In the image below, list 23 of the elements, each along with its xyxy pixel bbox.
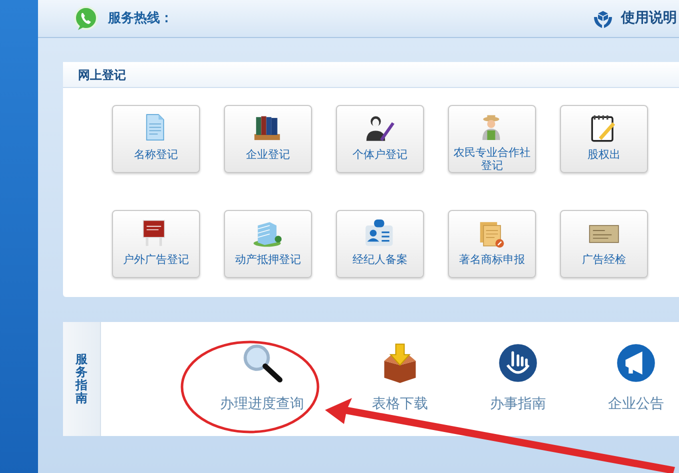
registration-tile[interactable]: 企业登记 — [224, 105, 312, 173]
registration-tile[interactable]: 个体户登记 — [336, 105, 424, 173]
registration-tile[interactable]: 著名商标申报 — [448, 210, 536, 278]
service-guide-label: 服务指南 — [76, 352, 88, 406]
registration-tile[interactable]: 经纪人备案 — [336, 210, 424, 278]
registration-tile[interactable]: 名称登记 — [112, 105, 200, 173]
registration-tile[interactable]: 股权出 — [560, 105, 648, 173]
registration-tile[interactable]: 户外广告登记 — [112, 210, 200, 278]
registration-tile[interactable]: 广告经检 — [560, 210, 648, 278]
service-link[interactable]: 办事指南 — [490, 342, 546, 415]
service-link[interactable]: 办理进度查询 — [220, 342, 304, 415]
help-link[interactable]: 使用说明 — [621, 8, 677, 29]
panel-title: 网上登记 — [78, 66, 126, 84]
hotline-label: 服务热线： — [108, 10, 173, 28]
search-icon — [241, 342, 283, 384]
registration-tile[interactable]: 动产抵押登记 — [224, 210, 312, 278]
service-link[interactable]: 表格下载 — [372, 342, 428, 415]
hands-cube-icon — [593, 8, 613, 28]
hand-circle-icon — [497, 342, 539, 384]
megaphone-icon — [615, 342, 657, 384]
phone-icon — [72, 4, 100, 32]
registration-tile[interactable]: 农民专业合作社登记 — [448, 105, 536, 173]
service-link[interactable]: 企业公告 — [608, 342, 664, 415]
